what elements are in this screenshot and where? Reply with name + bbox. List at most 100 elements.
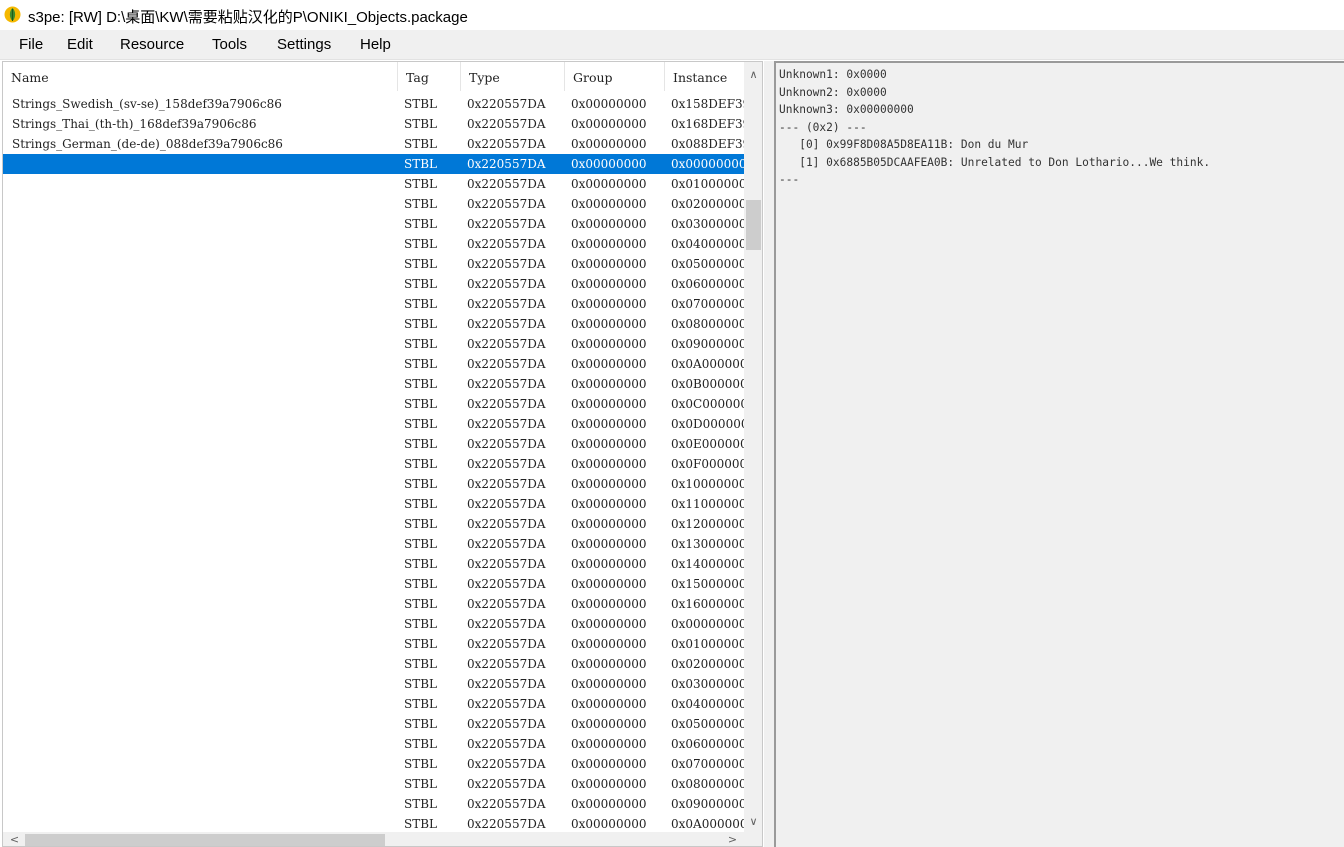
cell-instance: 0x00000000 (671, 617, 744, 631)
cell-group: 0x00000000 (571, 577, 647, 591)
column-header-type[interactable]: Type (461, 62, 565, 91)
cell-instance: 0x09000000 (671, 337, 744, 351)
cell-type: 0x220557DA (467, 177, 546, 191)
table-row[interactable]: STBL 0x220557DA 0x00000000 0x13000000 (3, 534, 744, 554)
column-header-tag[interactable]: Tag (398, 62, 461, 91)
cell-tag: STBL (404, 177, 438, 191)
cell-instance: 0x0C000000 (671, 397, 744, 411)
cell-type: 0x220557DA (467, 417, 546, 431)
cell-type: 0x220557DA (467, 817, 546, 831)
menu-settings[interactable]: Settings (277, 36, 331, 53)
menu-help[interactable]: Help (360, 36, 391, 53)
chevron-right-icon[interactable]: > (723, 832, 742, 846)
title-bar: s3pe: [RW] D:\桌面\KW\需要粘贴汉化的P\ONIKI_Objec… (0, 0, 1344, 30)
cell-name (12, 574, 397, 594)
table-row[interactable]: STBL 0x220557DA 0x00000000 0x06000000 (3, 274, 744, 294)
table-row[interactable]: Strings_Thai_(th-th)_168def39a7906c86 STB… (3, 114, 744, 134)
table-row[interactable]: STBL 0x220557DA 0x00000000 0x0E000000 (3, 434, 744, 454)
table-row[interactable]: STBL 0x220557DA 0x00000000 0x0C000000 (3, 394, 744, 414)
table-row[interactable]: STBL 0x220557DA 0x00000000 0x08000000 (3, 314, 744, 334)
table-row[interactable]: STBL 0x220557DA 0x00000000 0x00000000 (3, 154, 744, 174)
cell-tag: STBL (404, 757, 438, 771)
chevron-up-icon[interactable]: ∧ (744, 66, 762, 83)
cell-instance: 0x0E000000 (671, 437, 744, 451)
cell-type: 0x220557DA (467, 157, 546, 171)
table-row[interactable]: STBL 0x220557DA 0x00000000 0x01000000 (3, 634, 744, 654)
cell-tag: STBL (404, 597, 438, 611)
cell-type: 0x220557DA (467, 437, 546, 451)
cell-type: 0x220557DA (467, 497, 546, 511)
cell-instance: 0x13000000 (671, 537, 744, 551)
cell-name (12, 454, 397, 474)
cell-type: 0x220557DA (467, 397, 546, 411)
preview-text: Unknown1: 0x0000 Unknown2: 0x0000 Unknown3… (776, 63, 1344, 189)
chevron-left-icon[interactable]: < (5, 832, 24, 846)
table-row[interactable]: STBL 0x220557DA 0x00000000 0x00000000 (3, 614, 744, 634)
table-row[interactable]: STBL 0x220557DA 0x00000000 0x0B000000 (3, 374, 744, 394)
vertical-scroll-thumb[interactable] (746, 200, 761, 250)
table-row[interactable]: STBL 0x220557DA 0x00000000 0x03000000 (3, 214, 744, 234)
column-header-group[interactable]: Group (565, 62, 665, 91)
cell-instance: 0x0A000000 (671, 357, 744, 371)
table-row[interactable]: STBL 0x220557DA 0x00000000 0x0A000000 (3, 814, 744, 834)
cell-instance: 0x16000000 (671, 597, 744, 611)
column-header-instance[interactable]: Instance (665, 62, 744, 91)
horizontal-scrollbar[interactable]: < > (3, 832, 762, 846)
table-row[interactable]: STBL 0x220557DA 0x00000000 0x0A000000 (3, 354, 744, 374)
table-row[interactable]: STBL 0x220557DA 0x00000000 0x02000000 (3, 654, 744, 674)
table-row[interactable]: STBL 0x220557DA 0x00000000 0x14000000 (3, 554, 744, 574)
table-row[interactable]: STBL 0x220557DA 0x00000000 0x01000000 (3, 174, 744, 194)
table-row[interactable]: STBL 0x220557DA 0x00000000 0x07000000 (3, 754, 744, 774)
column-header-name[interactable]: Name (3, 62, 398, 91)
table-row[interactable]: STBL 0x220557DA 0x00000000 0x16000000 (3, 594, 744, 614)
table-row[interactable]: Strings_German_(de-de)_088def39a7906c86 S… (3, 134, 744, 154)
cell-instance: 0x09000000 (671, 797, 744, 811)
table-row[interactable]: Strings_Swedish_(sv-se)_158def39a7906c86… (3, 94, 744, 114)
table-row[interactable]: STBL 0x220557DA 0x00000000 0x05000000 (3, 254, 744, 274)
cell-name (12, 714, 397, 734)
cell-type: 0x220557DA (467, 217, 546, 231)
pane-splitter[interactable] (764, 61, 774, 847)
cell-type: 0x220557DA (467, 457, 546, 471)
table-row[interactable]: STBL 0x220557DA 0x00000000 0x0F000000 (3, 454, 744, 474)
chevron-down-icon[interactable]: ∨ (744, 813, 762, 830)
table-row[interactable]: STBL 0x220557DA 0x00000000 0x02000000 (3, 194, 744, 214)
cell-instance: 0x04000000 (671, 237, 744, 251)
cell-instance: 0x05000000 (671, 257, 744, 271)
preview-line: Unknown2: 0x0000 (779, 85, 887, 99)
table-row[interactable]: STBL 0x220557DA 0x00000000 0x08000000 (3, 774, 744, 794)
cell-group: 0x00000000 (571, 397, 647, 411)
table-row[interactable]: STBL 0x220557DA 0x00000000 0x04000000 (3, 234, 744, 254)
menu-tools[interactable]: Tools (212, 36, 247, 53)
menu-edit[interactable]: Edit (67, 36, 93, 53)
table-row[interactable]: STBL 0x220557DA 0x00000000 0x09000000 (3, 794, 744, 814)
resource-list[interactable]: Name Tag Type Group Instance Strings_Swe… (2, 61, 763, 847)
table-row[interactable]: STBL 0x220557DA 0x00000000 0x04000000 (3, 694, 744, 714)
table-row[interactable]: STBL 0x220557DA 0x00000000 0x06000000 (3, 734, 744, 754)
table-row[interactable]: STBL 0x220557DA 0x00000000 0x0D000000 (3, 414, 744, 434)
cell-type: 0x220557DA (467, 357, 546, 371)
table-row[interactable]: STBL 0x220557DA 0x00000000 0x15000000 (3, 574, 744, 594)
menu-resource[interactable]: Resource (120, 36, 184, 53)
horizontal-scroll-thumb[interactable] (25, 834, 385, 846)
cell-instance: 0x03000000 (671, 217, 744, 231)
list-header: Name Tag Type Group Instance (3, 62, 744, 91)
table-row[interactable]: STBL 0x220557DA 0x00000000 0x10000000 (3, 474, 744, 494)
table-row[interactable]: STBL 0x220557DA 0x00000000 0x07000000 (3, 294, 744, 314)
menu-file[interactable]: File (19, 36, 43, 53)
preview-line: Unknown1: 0x0000 (779, 68, 887, 81)
cell-name (12, 154, 397, 174)
table-row[interactable]: STBL 0x220557DA 0x00000000 0x03000000 (3, 674, 744, 694)
cell-name (12, 554, 397, 574)
cell-instance: 0x08000000 (671, 777, 744, 791)
table-row[interactable]: STBL 0x220557DA 0x00000000 0x12000000 (3, 514, 744, 534)
table-row[interactable]: STBL 0x220557DA 0x00000000 0x05000000 (3, 714, 744, 734)
table-row[interactable]: STBL 0x220557DA 0x00000000 0x09000000 (3, 334, 744, 354)
table-row[interactable]: STBL 0x220557DA 0x00000000 0x11000000 (3, 494, 744, 514)
cell-instance: 0x15000000 (671, 577, 744, 591)
cell-name (12, 494, 397, 514)
cell-instance: 0x03000000 (671, 677, 744, 691)
cell-tag: STBL (404, 637, 438, 651)
cell-group: 0x00000000 (571, 297, 647, 311)
vertical-scrollbar[interactable]: ∧ ∨ (744, 62, 762, 832)
